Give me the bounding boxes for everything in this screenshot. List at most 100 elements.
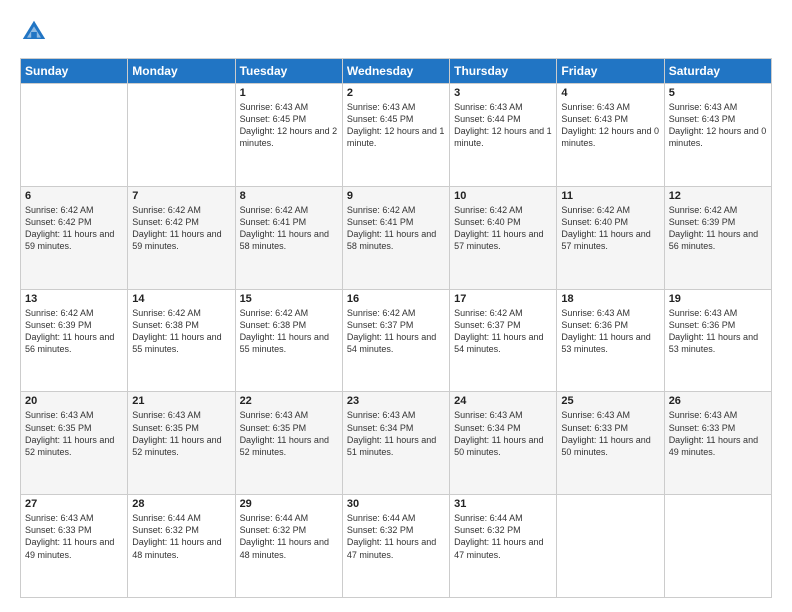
cell-info: Sunrise: 6:43 AM Sunset: 6:43 PM Dayligh… [669, 101, 767, 150]
calendar-cell: 12Sunrise: 6:42 AM Sunset: 6:39 PM Dayli… [664, 186, 771, 289]
day-number: 20 [25, 395, 123, 407]
cell-info: Sunrise: 6:44 AM Sunset: 6:32 PM Dayligh… [240, 512, 338, 561]
day-number: 15 [240, 293, 338, 305]
cell-info: Sunrise: 6:42 AM Sunset: 6:41 PM Dayligh… [347, 204, 445, 253]
day-number: 28 [132, 498, 230, 510]
calendar-cell [128, 84, 235, 187]
cell-info: Sunrise: 6:43 AM Sunset: 6:36 PM Dayligh… [561, 307, 659, 356]
calendar-cell: 4Sunrise: 6:43 AM Sunset: 6:43 PM Daylig… [557, 84, 664, 187]
cell-info: Sunrise: 6:43 AM Sunset: 6:35 PM Dayligh… [25, 409, 123, 458]
cell-info: Sunrise: 6:42 AM Sunset: 6:40 PM Dayligh… [454, 204, 552, 253]
day-number: 29 [240, 498, 338, 510]
day-number: 24 [454, 395, 552, 407]
calendar-cell: 23 Sunrise: 6:43 AM Sunset: 6:34 PM Dayli… [342, 392, 449, 495]
cell-info: Sunrise: 6:42 AM Sunset: 6:37 PM Dayligh… [454, 307, 552, 356]
day-number: 1 [240, 87, 338, 99]
day-of-week-header: Sunday [21, 59, 128, 84]
day-number: 7 [132, 190, 230, 202]
day-number: 9 [347, 190, 445, 202]
calendar-week-row: 27 Sunrise: 6:43 AM Sunset: 6:33 PM Dayli… [21, 495, 772, 598]
day-of-week-header: Wednesday [342, 59, 449, 84]
page-header [20, 18, 772, 46]
day-number: 14 [132, 293, 230, 305]
calendar-cell: 2 Sunrise: 6:43 AM Sunset: 6:45 PM Daylig… [342, 84, 449, 187]
cell-info: Sunrise: 6:43 AM Sunset: 6:43 PM Dayligh… [561, 101, 659, 150]
calendar-cell: 8 Sunrise: 6:42 AM Sunset: 6:41 PM Daylig… [235, 186, 342, 289]
day-number: 22 [240, 395, 338, 407]
calendar-cell [664, 495, 771, 598]
calendar-cell: 11 Sunrise: 6:42 AM Sunset: 6:40 PM Dayli… [557, 186, 664, 289]
calendar-cell: 31Sunrise: 6:44 AM Sunset: 6:32 PM Dayli… [450, 495, 557, 598]
day-number: 11 [561, 190, 659, 202]
calendar-cell: 24 Sunrise: 6:43 AM Sunset: 6:34 PM Dayli… [450, 392, 557, 495]
calendar-cell [21, 84, 128, 187]
cell-info: Sunrise: 6:42 AM Sunset: 6:37 PM Dayligh… [347, 307, 445, 356]
cell-info: Sunrise: 6:43 AM Sunset: 6:35 PM Dayligh… [132, 409, 230, 458]
day-number: 6 [25, 190, 123, 202]
day-number: 2 [347, 87, 445, 99]
calendar-cell: 13 Sunrise: 6:42 AM Sunset: 6:39 PM Dayli… [21, 289, 128, 392]
cell-info: Sunrise: 6:42 AM Sunset: 6:39 PM Dayligh… [669, 204, 767, 253]
day-number: 26 [669, 395, 767, 407]
calendar-cell: 5 Sunrise: 6:43 AM Sunset: 6:43 PM Daylig… [664, 84, 771, 187]
cell-info: Sunrise: 6:42 AM Sunset: 6:38 PM Dayligh… [132, 307, 230, 356]
calendar-cell: 29 Sunrise: 6:44 AM Sunset: 6:32 PM Dayli… [235, 495, 342, 598]
day-number: 27 [25, 498, 123, 510]
day-number: 8 [240, 190, 338, 202]
day-of-week-header: Friday [557, 59, 664, 84]
day-number: 17 [454, 293, 552, 305]
cell-info: Sunrise: 6:42 AM Sunset: 6:42 PM Dayligh… [25, 204, 123, 253]
calendar-cell: 21 Sunrise: 6:43 AM Sunset: 6:35 PM Dayli… [128, 392, 235, 495]
calendar-cell: 20 Sunrise: 6:43 AM Sunset: 6:35 PM Dayli… [21, 392, 128, 495]
day-number: 18 [561, 293, 659, 305]
day-of-week-header: Thursday [450, 59, 557, 84]
cell-info: Sunrise: 6:43 AM Sunset: 6:34 PM Dayligh… [454, 409, 552, 458]
cell-info: Sunrise: 6:42 AM Sunset: 6:39 PM Dayligh… [25, 307, 123, 356]
day-number: 25 [561, 395, 659, 407]
cell-info: Sunrise: 6:42 AM Sunset: 6:40 PM Dayligh… [561, 204, 659, 253]
calendar-cell [557, 495, 664, 598]
calendar-cell: 1 Sunrise: 6:43 AM Sunset: 6:45 PM Daylig… [235, 84, 342, 187]
cell-info: Sunrise: 6:43 AM Sunset: 6:36 PM Dayligh… [669, 307, 767, 356]
calendar-cell: 27 Sunrise: 6:43 AM Sunset: 6:33 PM Dayli… [21, 495, 128, 598]
cell-info: Sunrise: 6:43 AM Sunset: 6:33 PM Dayligh… [561, 409, 659, 458]
cell-info: Sunrise: 6:42 AM Sunset: 6:41 PM Dayligh… [240, 204, 338, 253]
calendar-week-row: 6 Sunrise: 6:42 AM Sunset: 6:42 PM Daylig… [21, 186, 772, 289]
cell-info: Sunrise: 6:42 AM Sunset: 6:38 PM Dayligh… [240, 307, 338, 356]
day-of-week-header: Monday [128, 59, 235, 84]
logo-icon [20, 18, 48, 46]
day-number: 3 [454, 87, 552, 99]
cell-info: Sunrise: 6:43 AM Sunset: 6:44 PM Dayligh… [454, 101, 552, 150]
cell-info: Sunrise: 6:42 AM Sunset: 6:42 PM Dayligh… [132, 204, 230, 253]
calendar-cell: 16Sunrise: 6:42 AM Sunset: 6:37 PM Dayli… [342, 289, 449, 392]
calendar-week-row: 13 Sunrise: 6:42 AM Sunset: 6:39 PM Dayli… [21, 289, 772, 392]
calendar-week-row: 1 Sunrise: 6:43 AM Sunset: 6:45 PM Daylig… [21, 84, 772, 187]
calendar-cell: 30 Sunrise: 6:44 AM Sunset: 6:32 PM Dayli… [342, 495, 449, 598]
day-number: 23 [347, 395, 445, 407]
calendar-cell: 26Sunrise: 6:43 AM Sunset: 6:33 PM Dayli… [664, 392, 771, 495]
calendar-week-row: 20 Sunrise: 6:43 AM Sunset: 6:35 PM Dayli… [21, 392, 772, 495]
cell-info: Sunrise: 6:44 AM Sunset: 6:32 PM Dayligh… [454, 512, 552, 561]
day-of-week-header: Tuesday [235, 59, 342, 84]
day-number: 5 [669, 87, 767, 99]
day-number: 30 [347, 498, 445, 510]
calendar-cell: 10Sunrise: 6:42 AM Sunset: 6:40 PM Dayli… [450, 186, 557, 289]
calendar-cell: 18 Sunrise: 6:43 AM Sunset: 6:36 PM Dayli… [557, 289, 664, 392]
cell-info: Sunrise: 6:43 AM Sunset: 6:34 PM Dayligh… [347, 409, 445, 458]
day-number: 13 [25, 293, 123, 305]
logo [20, 18, 52, 46]
calendar-cell: 28 Sunrise: 6:44 AM Sunset: 6:32 PM Dayli… [128, 495, 235, 598]
calendar-cell: 19Sunrise: 6:43 AM Sunset: 6:36 PM Dayli… [664, 289, 771, 392]
cell-info: Sunrise: 6:44 AM Sunset: 6:32 PM Dayligh… [132, 512, 230, 561]
cell-info: Sunrise: 6:43 AM Sunset: 6:45 PM Dayligh… [347, 101, 445, 150]
cell-info: Sunrise: 6:44 AM Sunset: 6:32 PM Dayligh… [347, 512, 445, 561]
cell-info: Sunrise: 6:43 AM Sunset: 6:45 PM Dayligh… [240, 101, 338, 150]
day-of-week-header: Saturday [664, 59, 771, 84]
cell-info: Sunrise: 6:43 AM Sunset: 6:33 PM Dayligh… [25, 512, 123, 561]
calendar-cell: 22 Sunrise: 6:43 AM Sunset: 6:35 PM Dayli… [235, 392, 342, 495]
calendar-cell: 15 Sunrise: 6:42 AM Sunset: 6:38 PM Dayli… [235, 289, 342, 392]
calendar-cell: 6 Sunrise: 6:42 AM Sunset: 6:42 PM Daylig… [21, 186, 128, 289]
cell-info: Sunrise: 6:43 AM Sunset: 6:35 PM Dayligh… [240, 409, 338, 458]
day-number: 21 [132, 395, 230, 407]
calendar-cell: 25 Sunrise: 6:43 AM Sunset: 6:33 PM Dayli… [557, 392, 664, 495]
